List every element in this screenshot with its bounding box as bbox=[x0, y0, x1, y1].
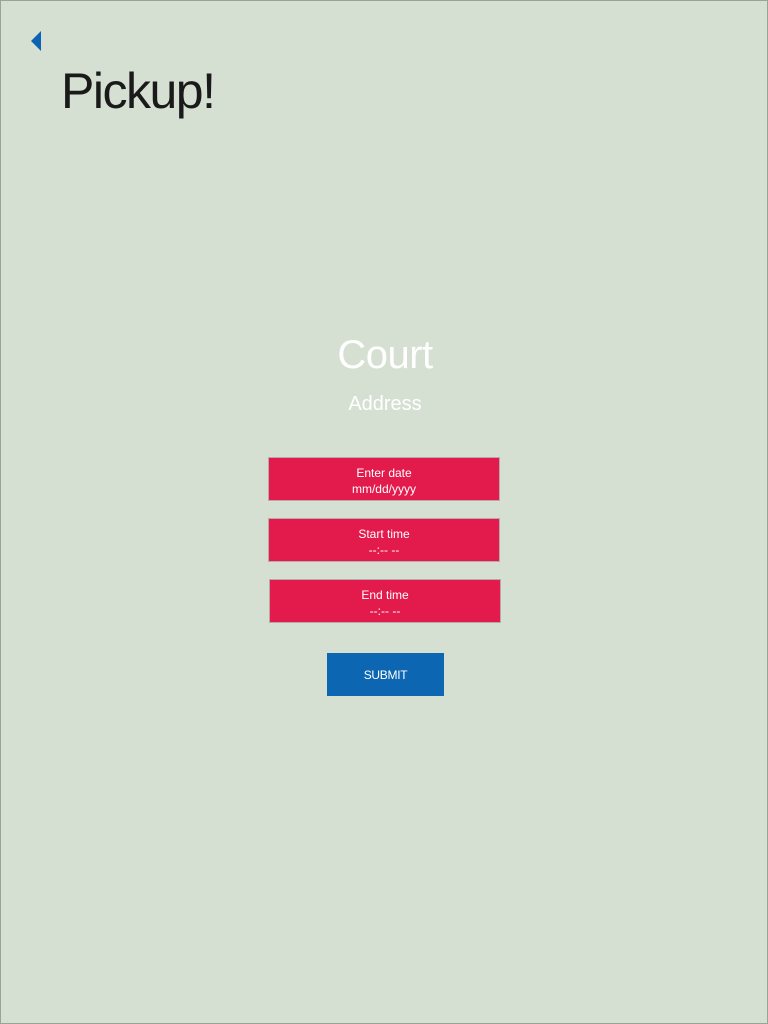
date-field-label: Enter date bbox=[356, 466, 412, 480]
court-name: Court bbox=[337, 333, 433, 377]
start-time-field-value: --:-- -- bbox=[368, 543, 400, 557]
app-screen: Pickup! Court Address Enter date mm/dd/y… bbox=[0, 0, 768, 1024]
start-time-field-label: Start time bbox=[358, 527, 410, 541]
end-time-field[interactable]: End time --:-- -- bbox=[269, 579, 501, 623]
chevron-left-icon bbox=[31, 31, 41, 51]
date-field-value: mm/dd/yyyy bbox=[351, 482, 416, 496]
back-button[interactable] bbox=[27, 29, 47, 53]
end-time-field-label: End time bbox=[361, 588, 409, 602]
start-time-field[interactable]: Start time --:-- -- bbox=[268, 518, 500, 562]
page-title: Pickup! bbox=[61, 63, 216, 119]
court-address: Address bbox=[348, 393, 422, 415]
end-time-field-value: --:-- -- bbox=[369, 604, 401, 618]
date-field[interactable]: Enter date mm/dd/yyyy bbox=[268, 457, 500, 501]
submit-button[interactable]: SUBMIT bbox=[327, 653, 444, 696]
